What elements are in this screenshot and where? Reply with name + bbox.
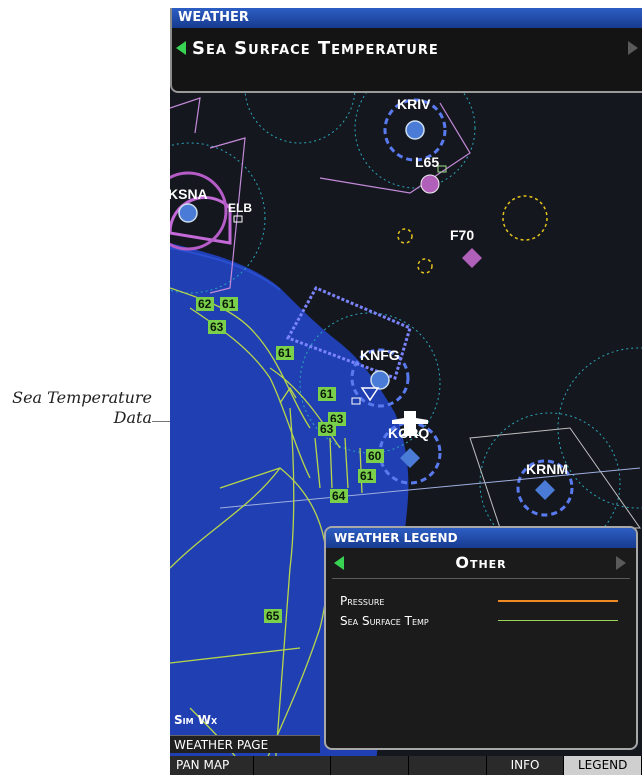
sea-temp-swatch (498, 620, 618, 621)
sea-temp-label: 61 (318, 387, 336, 401)
sea-temp-label: 60 (366, 449, 384, 463)
sea-temp-label: 63 (318, 422, 336, 436)
sea-temp-label: 61 (220, 297, 238, 311)
sea-temp-label: 63 (208, 320, 226, 334)
weather-product-label: Sea Surface Temperature (192, 38, 439, 59)
softkey-pan-map[interactable]: PAN MAP (170, 756, 254, 775)
softkey-2[interactable] (253, 756, 332, 775)
sea-temp-label: 65 (264, 609, 282, 623)
legend-item-label: Sea Surface Temp (340, 614, 429, 628)
legend-item-sea-surface-temp: Sea Surface Temp (326, 611, 636, 631)
airport-label-kriv: KRIV (397, 96, 431, 112)
svg-text:61: 61 (360, 469, 374, 483)
svg-text:61: 61 (320, 387, 334, 401)
svg-text:63: 63 (320, 422, 334, 436)
airport-label-ksna: KSNA (170, 186, 208, 202)
svg-text:62: 62 (198, 297, 212, 311)
svg-text:60: 60 (368, 449, 382, 463)
weather-product-selector[interactable]: Sea Surface Temperature (172, 38, 642, 64)
svg-text:64: 64 (332, 489, 346, 503)
pressure-swatch (498, 600, 618, 602)
sea-temp-label: 64 (330, 489, 348, 503)
callout-line1: Sea Temperature (12, 388, 152, 407)
legend-title: WEATHER LEGEND (326, 528, 636, 548)
right-arrow-icon[interactable] (628, 41, 638, 55)
legend-category-selector[interactable]: Other (332, 548, 630, 579)
softkey-bar: PAN MAP INFO LEGEND (170, 756, 642, 775)
airport-label-kcrq: KCRQ (388, 425, 429, 441)
airport-label-knfg: KNFG (360, 347, 400, 363)
legend-item-pressure: Pressure (326, 591, 636, 611)
airport-label-f70: F70 (450, 227, 474, 243)
airport-label-elb: ELB (228, 201, 252, 215)
svg-text:61: 61 (278, 346, 292, 360)
softkey-legend[interactable]: LEGEND (564, 756, 642, 775)
right-arrow-icon[interactable] (616, 556, 626, 570)
svg-text:63: 63 (210, 320, 224, 334)
legend-item-label: Pressure (340, 594, 385, 608)
sea-temp-label: 61 (276, 346, 294, 360)
weather-header: WEATHER Sea Surface Temperature (170, 8, 642, 93)
callout-label: Sea Temperature Data (0, 388, 152, 428)
svg-text:61: 61 (222, 297, 236, 311)
mfd-screen: KRIV L65 KSNA ELB F70 KNFG KCRQ KRNM 62 6… (170, 8, 642, 775)
sea-temp-label: 61 (358, 469, 376, 483)
softkey-info[interactable]: INFO (486, 756, 565, 775)
sim-wx-indicator: Sim Wx (174, 713, 218, 727)
left-arrow-icon[interactable] (334, 556, 344, 570)
legend-category-label: Other (455, 553, 507, 572)
softkey-3[interactable] (331, 756, 410, 775)
airport-label-l65: L65 (415, 154, 439, 170)
page-title: WEATHER PAGE (170, 735, 320, 753)
sea-temp-label: 62 (196, 297, 214, 311)
softkey-4[interactable] (409, 756, 487, 775)
airport-label-krnm: KRNM (526, 461, 568, 477)
left-arrow-icon[interactable] (176, 41, 186, 55)
callout-line2: Data (113, 408, 152, 427)
weather-legend-panel: WEATHER LEGEND Other Pressure Sea Surfac… (324, 526, 638, 750)
weather-title: WEATHER (172, 8, 642, 28)
svg-text:65: 65 (266, 609, 280, 623)
